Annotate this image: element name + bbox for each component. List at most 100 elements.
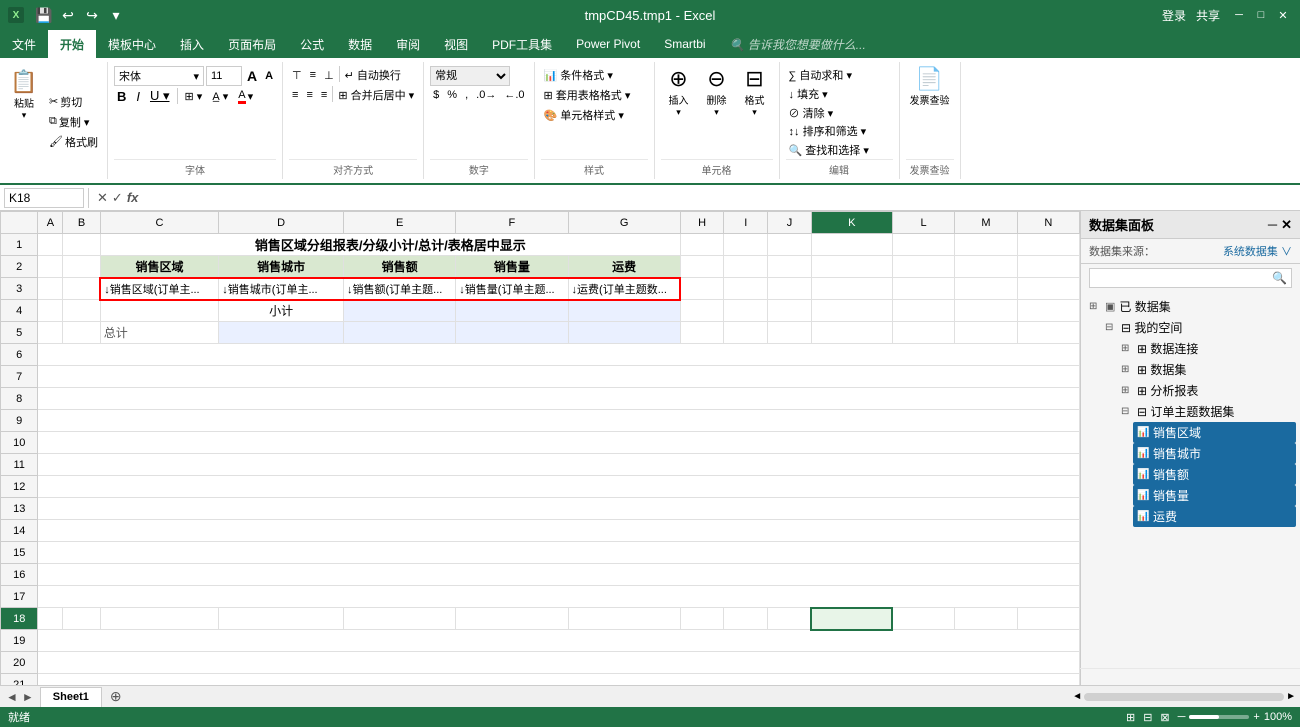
cell-n5[interactable] <box>1017 322 1079 344</box>
cell-i18[interactable] <box>724 608 768 630</box>
row-header-11[interactable]: 11 <box>1 454 38 476</box>
row-header-3[interactable]: 3 <box>1 278 38 300</box>
row-header-8[interactable]: 8 <box>1 388 38 410</box>
cell-b1[interactable] <box>63 234 100 256</box>
search-box[interactable]: 🔍 告诉我您想要做什么... <box>718 30 878 58</box>
delete-button[interactable]: ⊖ 删除 ▾ <box>699 66 735 120</box>
cell-h3[interactable] <box>680 278 724 300</box>
tab-view[interactable]: 视图 <box>432 30 480 58</box>
row-header-5[interactable]: 5 <box>1 322 38 344</box>
cell-reference[interactable]: K18 <box>4 188 84 208</box>
undo-button[interactable]: ↩ <box>58 5 78 25</box>
cell-g3[interactable]: ↓运费(订单主题数... <box>568 278 680 300</box>
row-header-14[interactable]: 14 <box>1 520 38 542</box>
cell-k4[interactable] <box>811 300 892 322</box>
cell-h5[interactable] <box>680 322 724 344</box>
cell-k18[interactable] <box>811 608 892 630</box>
cell-f3[interactable]: ↓销售量(订单主题... <box>456 278 568 300</box>
zoom-in-button[interactable]: + <box>1253 711 1259 723</box>
add-sheet-button[interactable]: ⊕ <box>102 686 130 707</box>
formula-input[interactable] <box>142 188 1296 208</box>
invoice-button[interactable]: 📄 发票查验 <box>906 66 954 109</box>
tab-pdf[interactable]: PDF工具集 <box>480 30 564 58</box>
cell-f2[interactable]: 销售量 <box>456 256 568 278</box>
tree-item-sales-city[interactable]: 📊 销售城市 <box>1133 443 1296 464</box>
cell-d3[interactable]: ↓销售城市(订单主... <box>219 278 344 300</box>
row-header-15[interactable]: 15 <box>1 542 38 564</box>
cell-a4[interactable] <box>38 300 63 322</box>
cell-l1[interactable] <box>892 234 954 256</box>
cell-j3[interactable] <box>768 278 812 300</box>
col-header-e[interactable]: E <box>344 212 456 234</box>
cell-l5[interactable] <box>892 322 954 344</box>
cancel-formula-button[interactable]: ✕ <box>97 190 108 206</box>
cell-e2[interactable]: 销售额 <box>344 256 456 278</box>
cell-g18[interactable] <box>568 608 680 630</box>
cut-button[interactable]: ✂ 剪切 <box>46 93 101 111</box>
tab-insert[interactable]: 插入 <box>168 30 216 58</box>
cell-c5[interactable]: 总计 <box>100 322 219 344</box>
cell-i1[interactable] <box>724 234 768 256</box>
cell-b18[interactable] <box>63 608 100 630</box>
cell-c1[interactable]: 销售区域分组报表/分级小计/总计/表格居中显示 <box>100 234 680 256</box>
cell-k3[interactable] <box>811 278 892 300</box>
cell-j4[interactable] <box>768 300 812 322</box>
tree-item-sales-region[interactable]: 📊 销售区域 <box>1133 422 1296 443</box>
cell-n3[interactable] <box>1017 278 1079 300</box>
cell-j2[interactable] <box>768 256 812 278</box>
tree-item-datasets[interactable]: ⊞ ▣ 已 数据集 <box>1085 296 1296 317</box>
row-header-10[interactable]: 10 <box>1 432 38 454</box>
minimize-button[interactable]: ─ <box>1230 6 1248 24</box>
login-button[interactable]: 登录 <box>1162 7 1186 24</box>
row-header-2[interactable]: 2 <box>1 256 38 278</box>
col-header-c[interactable]: C <box>100 212 219 234</box>
col-header-f[interactable]: F <box>456 212 568 234</box>
merge-center-button[interactable]: ⊞ 合并后居中 ▾ <box>335 86 417 104</box>
paste-dropdown[interactable]: ▾ <box>22 110 27 121</box>
cell-c18[interactable] <box>100 608 219 630</box>
cell-h18[interactable] <box>680 608 724 630</box>
cell-d18[interactable] <box>219 608 344 630</box>
row-header-12[interactable]: 12 <box>1 476 38 498</box>
cell-n2[interactable] <box>1017 256 1079 278</box>
row-header-21[interactable]: 21 <box>1 674 38 686</box>
scroll-right-button[interactable]: ► <box>1286 691 1296 702</box>
cell-m4[interactable] <box>955 300 1017 322</box>
row-header-7[interactable]: 7 <box>1 366 38 388</box>
cell-d5[interactable] <box>219 322 344 344</box>
align-left-button[interactable]: ≡ <box>289 86 301 104</box>
row-header-17[interactable]: 17 <box>1 586 38 608</box>
tree-item-analysis[interactable]: ⊞ ⊞ 分析报表 <box>1117 380 1296 401</box>
border-button[interactable]: ⊞ ▾ <box>182 89 206 104</box>
horizontal-scrollbar[interactable] <box>1084 693 1284 701</box>
share-button[interactable]: 共享 <box>1196 7 1220 24</box>
tab-review[interactable]: 审阅 <box>384 30 432 58</box>
align-middle-button[interactable]: ≡ <box>307 66 319 84</box>
tab-formula[interactable]: 公式 <box>288 30 336 58</box>
copy-button[interactable]: ⧉ 复制 ▾ <box>46 113 101 131</box>
cell-m1[interactable] <box>955 234 1017 256</box>
cell-b3[interactable] <box>63 278 100 300</box>
decrease-decimal-button[interactable]: ←.0 <box>501 88 527 102</box>
panel-search-input[interactable] <box>1090 269 1268 287</box>
cell-style-button[interactable]: 🎨 单元格样式 ▾ <box>541 106 627 124</box>
cell-g5[interactable] <box>568 322 680 344</box>
tree-item-sales-quantity[interactable]: 📊 销售量 <box>1133 485 1296 506</box>
save-button[interactable]: 💾 <box>34 5 54 25</box>
currency-button[interactable]: $ <box>430 88 442 102</box>
cell-b2[interactable] <box>63 256 100 278</box>
tab-template[interactable]: 模板中心 <box>96 30 168 58</box>
cell-e18[interactable] <box>344 608 456 630</box>
format-button[interactable]: ⊟ 格式 ▾ <box>737 66 773 120</box>
col-header-b[interactable]: B <box>63 212 100 234</box>
cell-m18[interactable] <box>955 608 1017 630</box>
col-header-k[interactable]: K <box>811 212 892 234</box>
cell-i2[interactable] <box>724 256 768 278</box>
col-header-h[interactable]: H <box>680 212 724 234</box>
autosum-button[interactable]: ∑ 自动求和 ▾ <box>786 66 855 84</box>
number-format-select[interactable]: 常规 数字 货币 <box>430 66 510 86</box>
cell-h2[interactable] <box>680 256 724 278</box>
fill-button[interactable]: ↓ 填充 ▾ <box>786 85 831 103</box>
tab-smartbi[interactable]: Smartbi <box>652 30 717 58</box>
cell-c4[interactable] <box>100 300 219 322</box>
